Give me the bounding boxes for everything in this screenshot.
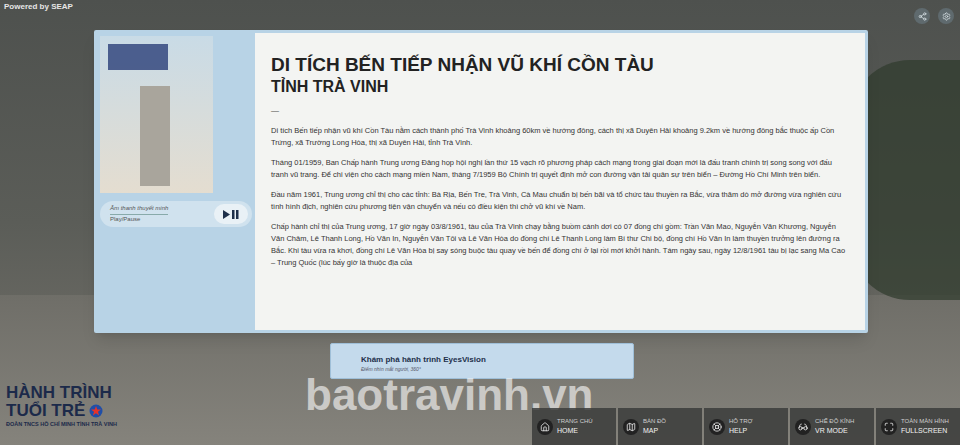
toolbar-label: CHẾ ĐỘ KÍNH bbox=[815, 417, 854, 426]
toolbar-button[interactable]: TOÀN MÀN HÌNHFULLSCREEN bbox=[876, 408, 960, 445]
info-paragraph: Đầu năm 1961, Trung ương chỉ thị cho các… bbox=[271, 189, 849, 213]
toolbar-button[interactable]: HỖ TRỢHELP bbox=[704, 408, 788, 445]
tour-button[interactable]: Khám phá hành trình EyesVisionĐiểm nhìn … bbox=[330, 343, 634, 379]
play-pause-button[interactable] bbox=[214, 204, 248, 224]
info-sidebar: Âm thanh thuyết minhPlay/Pause bbox=[97, 33, 255, 330]
fullscreen-icon bbox=[881, 419, 897, 435]
vr-glasses-icon bbox=[795, 419, 811, 435]
toolbar-label: HỖ TRỢ bbox=[729, 417, 753, 426]
info-paragraph: Tháng 01/1959, Ban Chấp hành Trung ương … bbox=[271, 157, 849, 181]
logo-line1: HÀNH TRÌNH bbox=[6, 384, 117, 402]
map-icon bbox=[623, 419, 639, 435]
toolbar-label: TRANG CHỦ bbox=[557, 417, 593, 426]
toolbar-sublabel: VR MODE bbox=[815, 426, 854, 436]
toolbar-sublabel: HOME bbox=[557, 426, 593, 436]
info-paragraph: Di tích Bến tiếp nhận vũ khí Cồn Tàu nằm… bbox=[271, 125, 849, 149]
audio-label: Âm thanh thuyết minh bbox=[110, 204, 168, 215]
toolbar-label: BẢN ĐỒ bbox=[643, 417, 666, 426]
toolbar-button[interactable]: BẢN ĐỒMAP bbox=[618, 408, 702, 445]
toolbar-button[interactable]: CHẾ ĐỘ KÍNHVR MODE bbox=[790, 408, 874, 445]
toolbar-sublabel: MAP bbox=[643, 426, 666, 436]
logo: HÀNH TRÌNHTUỔI TRẺĐOÀN TNCS HỒ CHÍ MINH … bbox=[6, 384, 117, 429]
tour-button-title: Khám phá hành trình EyesVision bbox=[361, 354, 633, 366]
audio-button-label: Play/Pause bbox=[110, 215, 168, 224]
toolbar-label: TOÀN MÀN HÌNH bbox=[901, 417, 949, 426]
share-icon[interactable] bbox=[914, 8, 930, 24]
tour-viewer: Powered by SEAP Âm thanh thuyết minhPlay/… bbox=[0, 0, 960, 445]
settings-icon[interactable] bbox=[938, 8, 954, 24]
audio-player: Âm thanh thuyết minhPlay/Pause bbox=[100, 201, 252, 227]
toolbar-button[interactable]: TRANG CHỦHOME bbox=[532, 408, 616, 445]
logo-line3: ĐOÀN TNCS HỒ CHÍ MINH TỈNH TRÀ VINH bbox=[6, 420, 117, 429]
toolbar-sublabel: FULLSCREEN bbox=[901, 426, 949, 436]
logo-line2: TUỔI TRẺ bbox=[6, 402, 85, 420]
poster-image bbox=[100, 36, 213, 193]
toolbar: TRANG CHỦHOMEBẢN ĐỒMAPHỖ TRỢHELPCHẾ ĐỘ K… bbox=[532, 408, 960, 445]
info-subtitle: TỈNH TRÀ VINH bbox=[271, 77, 849, 97]
info-modal: Âm thanh thuyết minhPlay/PauseDI TÍCH BẾ… bbox=[94, 30, 868, 333]
tour-button-subtitle: Điểm nhìn mắt người, 360° bbox=[361, 366, 633, 374]
play-pause-icon bbox=[223, 210, 239, 219]
youth-union-emblem-icon bbox=[89, 404, 103, 418]
home-icon bbox=[537, 419, 553, 435]
info-title: DI TÍCH BẾN TIẾP NHẬN VŨ KHÍ CỒN TÀU bbox=[271, 53, 849, 77]
info-content: DI TÍCH BẾN TIẾP NHẬN VŨ KHÍ CỒN TÀUTỈNH… bbox=[255, 33, 865, 330]
title-divider: — bbox=[271, 105, 849, 117]
powered-by: Powered by SEAP bbox=[4, 1, 73, 13]
info-paragraph: Chấp hành chỉ thị của Trung ương, 17 giờ… bbox=[271, 221, 849, 269]
toolbar-sublabel: HELP bbox=[729, 426, 753, 436]
help-icon bbox=[709, 419, 725, 435]
